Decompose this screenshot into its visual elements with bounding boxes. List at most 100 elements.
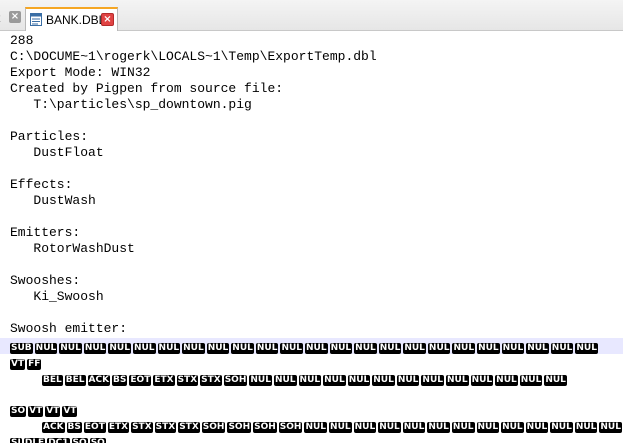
control-char: NUL	[182, 342, 205, 354]
control-char-row: ACK BS EOT ETX STX STX STX SOH SOH SOH SOH NUL NUL NU…	[42, 418, 623, 433]
control-char: DC1	[47, 437, 70, 443]
close-icon[interactable]: ×	[101, 13, 114, 26]
file-icon	[30, 13, 42, 26]
control-char: NUL	[329, 421, 352, 433]
control-char: BS	[112, 374, 128, 386]
control-char: NUL	[34, 342, 58, 354]
control-char: NUL	[501, 342, 525, 354]
control-char: NUL	[372, 374, 395, 386]
control-char: NUL	[427, 421, 450, 433]
control-char: ACK	[42, 421, 65, 433]
control-char: VT	[10, 358, 26, 370]
control-char: NUL	[273, 374, 297, 386]
control-char: NUL	[378, 342, 402, 354]
text-line: DustWash	[10, 193, 96, 208]
control-char-row: BEL BEL ACK BS EOT ETX STX STX SOH NUL NUL NUL NUL NU…	[42, 371, 569, 386]
control-char: SOH	[201, 421, 226, 433]
control-char: NUL	[378, 421, 401, 433]
text-line: 288	[10, 33, 34, 48]
control-char: SI	[10, 437, 22, 443]
tab-label: BANK.DBL	[46, 13, 106, 27]
tab-previous[interactable]: t ×	[0, 8, 22, 30]
text-editor[interactable]: 288 C:\DOCUME~1\rogerk\LOCALS~1\Temp\Exp…	[0, 31, 623, 443]
text-line: Created by Pigpen from source file:	[10, 81, 284, 96]
control-char: NUL	[157, 342, 181, 354]
control-char: ACK	[87, 374, 111, 386]
text-line: DustFloat	[10, 145, 104, 160]
text-line: Swooshes:	[10, 273, 81, 288]
control-char: NUL	[132, 342, 156, 354]
control-char-row: SI DLE DC1 SO SO	[10, 434, 108, 443]
tab-bar: t × BANK.DBL ×	[0, 0, 623, 31]
text-line: Swoosh emitter:	[10, 321, 128, 336]
control-char: NUL	[83, 342, 107, 354]
control-char: NUL	[550, 342, 574, 354]
control-char: STX	[154, 421, 177, 433]
control-char: DLE	[23, 437, 46, 443]
text-line: Particles:	[10, 129, 89, 144]
text-line: C:\DOCUME~1\rogerk\LOCALS~1\Temp\ExportT…	[10, 49, 377, 64]
control-char: NUL	[501, 421, 524, 433]
control-char: NUL	[575, 342, 598, 354]
tab-bank-dbl[interactable]: BANK.DBL ×	[25, 7, 118, 31]
control-char: NUL	[108, 342, 131, 354]
control-char: NUL	[427, 342, 451, 354]
control-char: NUL	[452, 342, 476, 354]
control-char: NUL	[477, 342, 500, 354]
control-char: NUL	[526, 342, 549, 354]
control-char: NUL	[550, 421, 573, 433]
control-char: NUL	[280, 342, 304, 354]
control-char: ETX	[153, 374, 175, 386]
control-char: NUL	[470, 374, 494, 386]
control-char: NUL	[476, 421, 500, 433]
control-char: NUL	[353, 421, 377, 433]
control-char: FF	[27, 358, 42, 370]
text-line: RotorWashDust	[10, 241, 135, 256]
control-char: STX	[200, 374, 222, 386]
text-line: Ki_Swoosh	[10, 289, 104, 304]
control-char: SO	[71, 437, 88, 443]
control-char: NUL	[249, 374, 272, 386]
control-char: SOH	[223, 374, 248, 386]
control-char: STX	[176, 374, 199, 386]
control-char: NUL	[354, 342, 377, 354]
control-char: SOH	[253, 421, 277, 433]
control-char: VT	[45, 405, 61, 417]
control-char: NUL	[304, 421, 328, 433]
control-char: NUL	[305, 342, 328, 354]
control-char: BS	[66, 421, 82, 433]
control-char: SO	[89, 437, 106, 443]
control-char: SOH	[227, 421, 252, 433]
text-line: Effects:	[10, 177, 73, 192]
control-char: NUL	[599, 421, 622, 433]
control-char: NUL	[544, 374, 567, 386]
control-char: ETX	[107, 421, 130, 433]
control-char: SOH	[278, 421, 303, 433]
control-char: NUL	[323, 374, 346, 386]
control-char: NUL	[298, 374, 322, 386]
control-char: EOT	[129, 374, 152, 386]
control-char: BEL	[64, 374, 86, 386]
control-char: STX	[178, 421, 200, 433]
control-char: VT	[28, 405, 44, 417]
control-char-row: VT FF	[10, 355, 43, 370]
control-char: NUL	[574, 421, 598, 433]
control-char: EOT	[83, 421, 106, 433]
text-line: Emitters:	[10, 225, 81, 240]
control-char: NUL	[525, 421, 549, 433]
control-char: NUL	[403, 342, 426, 354]
control-char-row: SO VT VT VT	[10, 402, 79, 417]
control-char: VT	[62, 405, 78, 417]
control-char: NUL	[495, 374, 518, 386]
control-char: NUL	[396, 374, 420, 386]
control-char: NUL	[421, 374, 444, 386]
close-icon[interactable]: ×	[9, 11, 21, 23]
control-char-row: SUB NUL NUL NUL NUL NUL NUL NUL NUL NUL NUL NUL NUL N…	[10, 339, 600, 354]
control-char: NUL	[446, 374, 469, 386]
control-char: NUL	[59, 342, 82, 354]
control-char: NUL	[329, 342, 353, 354]
text-line: T:\particles\sp_downtown.pig	[10, 97, 252, 112]
text-line: Export Mode: WIN32	[10, 65, 151, 80]
control-char: SUB	[10, 342, 33, 354]
control-char: NUL	[206, 342, 230, 354]
